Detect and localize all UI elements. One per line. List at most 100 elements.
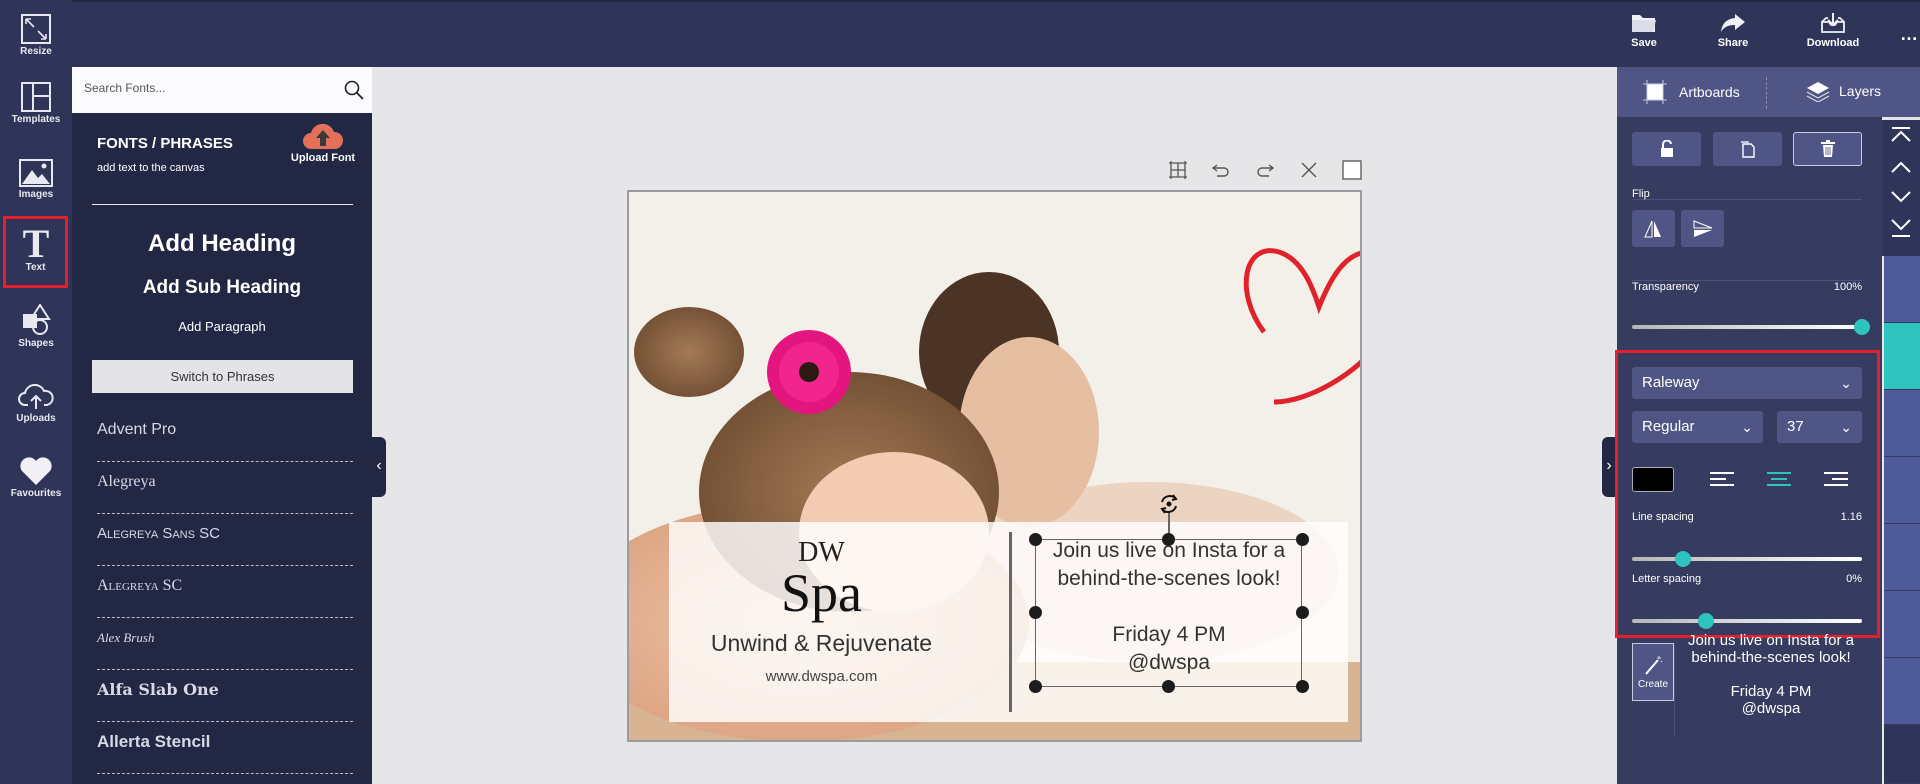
flip-vertical-button[interactable]	[1681, 210, 1724, 247]
upload-font-button[interactable]: Upload Font	[288, 122, 358, 164]
layer-thumb[interactable]	[1884, 390, 1920, 457]
letter-spacing-slider[interactable]	[1632, 613, 1862, 629]
fonts-panel: FONTS / PHRASES add text to the canvas U…	[72, 67, 372, 784]
chevron-down-icon: ⌄	[1840, 375, 1852, 391]
letter-spacing-value: 0%	[1846, 573, 1862, 585]
close-icon[interactable]	[1297, 160, 1321, 184]
rail-item-templates[interactable]: Templates	[0, 82, 72, 152]
more-menu-button[interactable]: …	[1900, 24, 1918, 45]
shapes-icon	[23, 304, 51, 335]
text-preview[interactable]: Join us live on Insta for a behind-the-s…	[1675, 632, 1867, 717]
delete-button[interactable]	[1793, 132, 1862, 166]
resize-handle-tr[interactable]	[1296, 533, 1309, 546]
font-size-select[interactable]: 37 ⌄	[1777, 411, 1862, 443]
flip-vertical-icon	[1693, 220, 1713, 237]
font-item-advent-pro[interactable]: Advent Pro	[97, 410, 353, 462]
lock-button[interactable]	[1632, 132, 1701, 166]
layer-thumb[interactable]	[1884, 457, 1920, 524]
resize-handle-tm[interactable]	[1162, 533, 1175, 546]
website-text[interactable]: www.dwspa.com	[669, 668, 974, 685]
grid-icon[interactable]	[1166, 160, 1190, 184]
font-item-alegreya-sans-sc[interactable]: Alegreya Sans SC	[97, 514, 353, 566]
align-left-icon[interactable]	[1709, 471, 1735, 487]
share-button[interactable]: Share	[1693, 12, 1773, 49]
font-search-bar	[72, 67, 372, 113]
send-to-back-icon[interactable]	[1882, 212, 1920, 242]
flip-horizontal-button[interactable]	[1632, 210, 1675, 247]
add-subheading-button[interactable]: Add Sub Heading	[72, 277, 372, 299]
chevron-left-icon: ‹	[376, 457, 382, 474]
layer-thumb-selected[interactable]	[1884, 323, 1920, 390]
font-item-alegreya-sc[interactable]: Alegreya SC	[97, 566, 353, 618]
collapse-right-panel-button[interactable]: ›	[1602, 437, 1616, 497]
line-spacing-label: Line spacing	[1632, 511, 1694, 523]
panel-tabs: Artboards Layers	[1617, 67, 1920, 117]
rotate-handle-icon[interactable]	[1157, 492, 1181, 516]
save-button[interactable]: Save	[1604, 12, 1684, 49]
font-item-alegreya[interactable]: Alegreya	[97, 462, 353, 514]
text-color-swatch[interactable]	[1632, 467, 1674, 492]
resize-handle-bm[interactable]	[1162, 680, 1175, 693]
bring-to-front-icon[interactable]	[1882, 124, 1920, 154]
align-center-icon[interactable]	[1766, 471, 1792, 487]
tab-artboards[interactable]: Artboards	[1643, 80, 1740, 104]
design-canvas[interactable]: DW Spa Unwind & Rejuvenate www.dwspa.com…	[627, 190, 1362, 742]
bring-forward-icon[interactable]	[1882, 154, 1920, 184]
send-backward-icon[interactable]	[1882, 182, 1920, 212]
panel-title: FONTS / PHRASES	[97, 135, 233, 152]
font-weight-select[interactable]: Regular ⌄	[1632, 411, 1763, 443]
undo-icon[interactable]	[1209, 160, 1233, 184]
resize-handle-tl[interactable]	[1029, 533, 1042, 546]
rail-item-favourites[interactable]: Favourites	[0, 456, 72, 526]
tab-divider	[1766, 77, 1767, 109]
collapse-left-panel-button[interactable]: ‹	[372, 437, 386, 497]
trash-icon	[1821, 140, 1835, 157]
resize-handle-bl[interactable]	[1029, 680, 1042, 693]
add-heading-button[interactable]: Add Heading	[72, 230, 372, 258]
rail-item-uploads[interactable]: Uploads	[0, 381, 72, 451]
switch-to-phrases-button[interactable]: Switch to Phrases	[92, 360, 353, 393]
top-bar: Save Share Download …	[0, 0, 1920, 67]
fullscreen-icon[interactable]	[1340, 160, 1364, 184]
layer-thumb[interactable]	[1884, 524, 1920, 591]
separator	[1632, 199, 1862, 200]
resize-handle-mr[interactable]	[1296, 606, 1309, 619]
letter-spacing-label: Letter spacing	[1632, 573, 1702, 585]
artboard-icon	[1643, 80, 1667, 104]
divider-line	[1009, 532, 1012, 712]
font-item-alfa-slab-one[interactable]: Alfa Slab One	[97, 670, 353, 722]
magic-wand-icon	[1645, 656, 1663, 675]
download-button[interactable]: Download	[1793, 12, 1873, 49]
resize-handle-ml[interactable]	[1029, 606, 1042, 619]
font-item-alex-brush[interactable]: Alex Brush	[97, 618, 353, 670]
create-button[interactable]: Create	[1632, 643, 1674, 701]
transparency-value: 100%	[1833, 281, 1862, 293]
letter-spacing-knob[interactable]	[1697, 613, 1714, 629]
rail-item-resize[interactable]: Resize	[0, 14, 72, 84]
layer-thumb[interactable]	[1884, 591, 1920, 658]
transparency-knob[interactable]	[1854, 319, 1870, 335]
search-icon[interactable]	[344, 80, 364, 100]
transparency-label: Transparency	[1632, 281, 1699, 293]
folder-icon	[1632, 15, 1656, 32]
align-right-icon[interactable]	[1823, 471, 1849, 487]
add-paragraph-button[interactable]: Add Paragraph	[72, 319, 372, 334]
font-item-allerta-stencil[interactable]: Allerta Stencil	[97, 722, 353, 774]
layer-thumb[interactable]	[1884, 658, 1920, 725]
redo-icon[interactable]	[1253, 160, 1277, 184]
brand-main-text[interactable]: Spa	[669, 562, 974, 624]
transparency-slider[interactable]	[1632, 319, 1870, 335]
tagline-text[interactable]: Unwind & Rejuvenate	[669, 630, 974, 657]
rail-item-text[interactable]: T Text	[3, 216, 68, 288]
resize-handle-br[interactable]	[1296, 680, 1309, 693]
chevron-down-icon: ⌄	[1741, 419, 1753, 435]
rail-item-shapes[interactable]: Shapes	[0, 304, 72, 374]
line-spacing-slider[interactable]	[1632, 551, 1862, 567]
tab-layers[interactable]: Layers	[1805, 80, 1881, 102]
layer-thumb[interactable]	[1884, 256, 1920, 323]
line-spacing-knob[interactable]	[1674, 551, 1691, 567]
selection-bounding-box	[1035, 539, 1302, 687]
font-search-input[interactable]	[84, 81, 324, 95]
font-family-select[interactable]: Raleway ⌄	[1632, 367, 1862, 399]
duplicate-button[interactable]	[1713, 132, 1782, 166]
